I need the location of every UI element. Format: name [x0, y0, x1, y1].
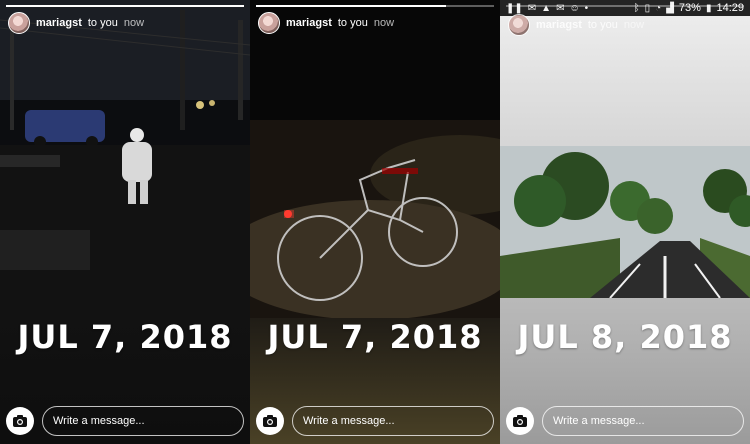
camera-button[interactable] — [506, 407, 534, 435]
time-ago: now — [373, 17, 395, 29]
camera-icon — [513, 415, 527, 427]
username[interactable]: mariagst — [36, 17, 82, 29]
flood-night-photo — [0, 0, 250, 318]
date-overlay: JUL 7, 2018 — [17, 318, 233, 356]
battery-percent: 73% — [678, 2, 701, 14]
username[interactable]: mariagst — [286, 17, 332, 29]
message-composer: Write a message... — [506, 406, 744, 436]
message-composer: Write a message... — [6, 406, 244, 436]
message-input[interactable]: Write a message... — [292, 406, 494, 436]
username[interactable]: mariagst — [536, 19, 582, 31]
date-overlay: JUL 7, 2018 — [267, 318, 483, 356]
recipient-text: to you — [87, 17, 118, 29]
story-progress-track — [256, 5, 494, 7]
story-panel-3[interactable]: ❚❚ ✉ ▲ ✉ ☺ • ᛒ ▯ ◔ ▟ 73% ▮ 14:29 mariags… — [500, 0, 750, 444]
camera-button[interactable] — [256, 407, 284, 435]
date-overlay: JUL 8, 2018 — [517, 318, 733, 356]
story-header: mariagst to you now — [8, 12, 144, 34]
time-ago: now — [623, 19, 645, 31]
story-header: mariagst to you now — [258, 12, 394, 34]
message-placeholder: Write a message... — [303, 415, 395, 427]
road-trees-photo — [500, 146, 750, 298]
recipient-text: to you — [587, 19, 618, 31]
avatar[interactable] — [8, 12, 30, 34]
camera-icon — [263, 415, 277, 427]
time-ago: now — [123, 17, 145, 29]
story-panel-1[interactable]: mariagst to you now JUL 7, 2018 Write a … — [0, 0, 250, 444]
camera-button[interactable] — [6, 407, 34, 435]
story-progress-fill — [256, 5, 447, 7]
story-strip: mariagst to you now JUL 7, 2018 Write a … — [0, 0, 750, 444]
story-progress-track — [6, 5, 244, 7]
message-placeholder: Write a message... — [53, 415, 145, 427]
message-composer: Write a message... — [256, 406, 494, 436]
recipient-text: to you — [337, 17, 368, 29]
message-placeholder: Write a message... — [553, 415, 645, 427]
avatar[interactable] — [508, 14, 530, 36]
message-input[interactable]: Write a message... — [542, 406, 744, 436]
story-progress-track — [506, 5, 744, 7]
bicycle-night-photo — [250, 0, 500, 318]
story-progress-fill — [6, 5, 244, 7]
status-time: 14:29 — [716, 2, 744, 14]
story-header: mariagst to you now — [508, 14, 644, 36]
avatar[interactable] — [258, 12, 280, 34]
story-panel-2[interactable]: mariagst to you now JUL 7, 2018 Write a … — [250, 0, 500, 444]
camera-icon — [13, 415, 27, 427]
message-input[interactable]: Write a message... — [42, 406, 244, 436]
